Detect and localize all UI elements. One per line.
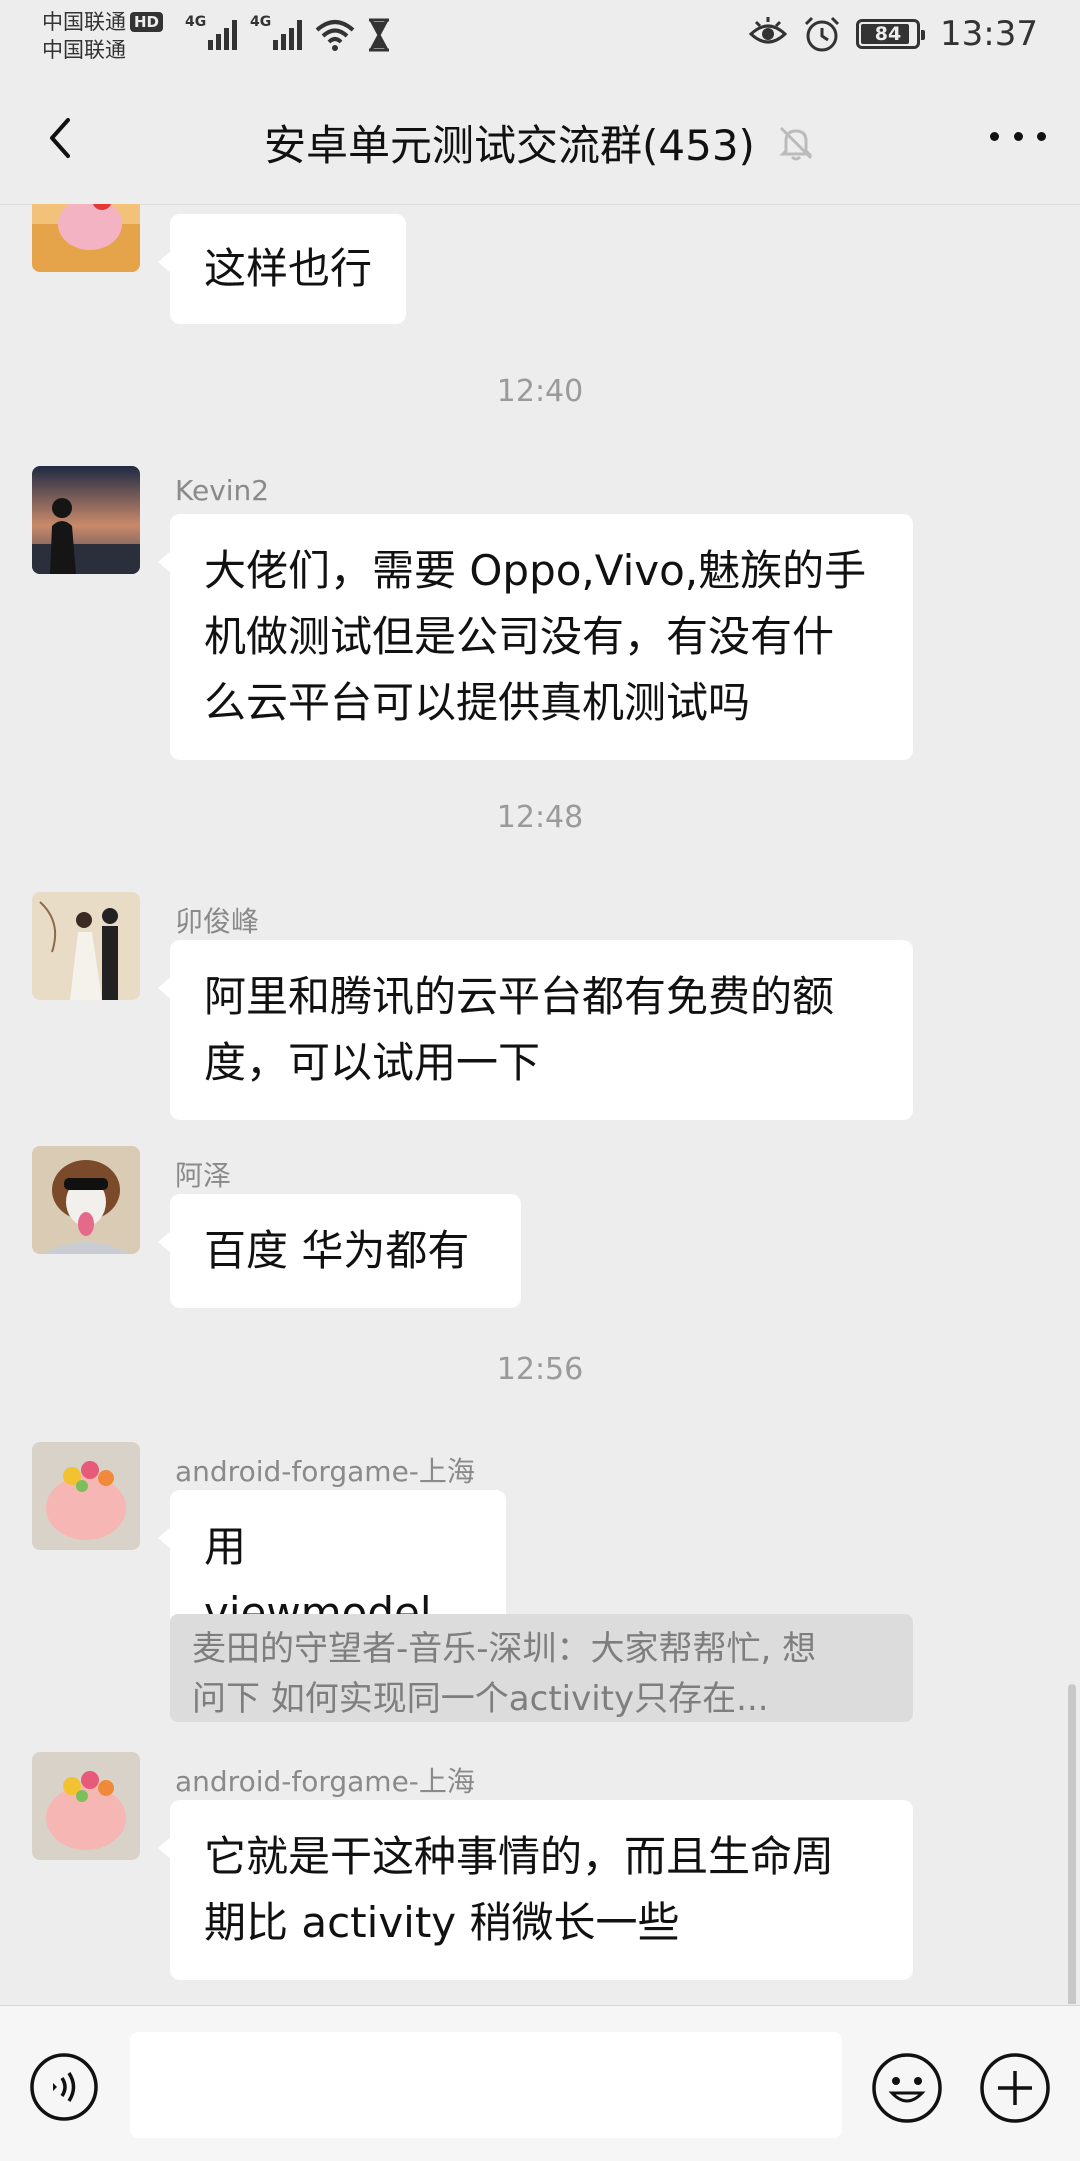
message-text-line: 度，可以试用一下 — [204, 1038, 541, 1087]
bell-off-icon — [779, 126, 813, 160]
message-bubble[interactable]: 百度 华为都有 — [158, 1194, 521, 1308]
quote-line: 问下 如何实现同一个activity只存在... — [192, 1679, 769, 1719]
carrier-1: 中国联通 — [42, 10, 126, 34]
carrier-2: 中国联通 — [42, 38, 126, 62]
hd-badge: HD — [130, 12, 164, 32]
status-bar: 中国联通 HD 中国联通 4G 4G 84 13:37 — [0, 0, 1080, 72]
alarm-icon — [804, 16, 840, 52]
message-text-line: 阿里和腾讯的云平台都有免费的额 — [204, 972, 835, 1021]
emoji-icon[interactable] — [870, 2051, 944, 2125]
message-bubble[interactable]: 这样也行 — [157, 214, 407, 324]
status-time: 13:37 — [940, 14, 1038, 54]
avatar[interactable] — [32, 892, 140, 1000]
status-right: 84 13:37 — [748, 14, 1038, 54]
carrier-info: 中国联通 HD 中国联通 — [42, 8, 164, 64]
avatar[interactable] — [32, 1146, 140, 1254]
hourglass-icon — [369, 18, 389, 52]
network-label-2: 4G — [250, 14, 272, 30]
message-bubble[interactable]: 它就是干这种事情的，而且生命周 期比 activity 稍微长一些 — [158, 1800, 913, 1980]
message-list[interactable]: 这样也行 12:40 Kevin2 大佬们，需要 Oppo,Vivo,魅族的手 … — [0, 204, 1080, 2004]
avatar[interactable] — [32, 1752, 140, 1860]
battery-level: 84 — [874, 23, 902, 45]
avatar[interactable] — [32, 466, 140, 574]
battery-icon: 84 — [856, 19, 926, 49]
wifi-icon — [315, 20, 355, 51]
avatar[interactable] — [32, 1442, 140, 1550]
message-text-line: 大佬们，需要 Oppo,Vivo,魅族的手 — [204, 546, 867, 595]
signal-icon: 4G — [185, 14, 240, 50]
message-text-line: 它就是干这种事情的，而且生命周 — [204, 1832, 835, 1881]
sender-name: android-forgame-上海 — [175, 1765, 475, 1798]
message-bubble[interactable]: 阿里和腾讯的云平台都有免费的额 度，可以试用一下 — [158, 940, 913, 1120]
sender-name: Kevin2 — [175, 474, 270, 507]
avatar[interactable] — [32, 204, 140, 272]
chat-header: 安卓单元测试交流群(453) — [0, 72, 1080, 205]
quoted-message[interactable]: 麦田的守望者-音乐-深圳：大家帮帮忙, 想 问下 如何实现同一个activity… — [170, 1614, 913, 1722]
scrollbar[interactable] — [1068, 1684, 1076, 2004]
more-options-button[interactable] — [990, 116, 1046, 156]
timestamp: 12:56 — [496, 1352, 584, 1387]
signal-icon: 4G — [250, 14, 305, 50]
message-text-line: 期比 activity 稍微长一些 — [204, 1898, 680, 1947]
sender-name: 卯俊峰 — [175, 905, 260, 938]
message-text: 这样也行 — [204, 244, 373, 293]
message-text-line: 百度 华为都有 — [204, 1226, 470, 1275]
plus-icon[interactable] — [978, 2051, 1052, 2125]
network-label-1: 4G — [185, 14, 207, 30]
sender-name: 阿泽 — [175, 1159, 232, 1192]
more-dots-icon — [990, 131, 999, 141]
quote-line: 麦田的守望者-音乐-深圳：大家帮帮忙, 想 — [192, 1629, 817, 1669]
message-input[interactable] — [130, 2032, 842, 2138]
chat-title: 安卓单元测试交流群(453) — [263, 121, 755, 170]
voice-icon[interactable] — [28, 2051, 100, 2123]
timestamp: 12:40 — [496, 374, 584, 409]
message-text-line: 么云平台可以提供真机测试吗 — [204, 678, 751, 727]
timestamp: 12:48 — [496, 800, 584, 835]
sender-name: android-forgame-上海 — [175, 1455, 475, 1488]
eye-comfort-icon — [748, 17, 788, 44]
input-bar — [0, 2005, 1080, 2161]
message-bubble[interactable]: 大佬们，需要 Oppo,Vivo,魅族的手 机做测试但是公司没有，有没有什 么云… — [158, 514, 913, 760]
message-text-line: 机做测试但是公司没有，有没有什 — [204, 612, 835, 661]
